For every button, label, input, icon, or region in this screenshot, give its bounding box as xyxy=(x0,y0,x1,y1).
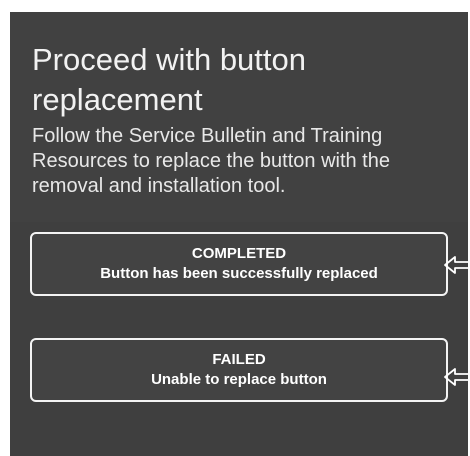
completed-button-description: Button has been successfully replaced xyxy=(100,265,378,282)
instructions-text: Follow the Service Bulletin and Training… xyxy=(32,125,390,197)
pointer-arrow-icon xyxy=(444,368,470,386)
failed-button-label: FAILED xyxy=(212,351,266,368)
page-title: Proceed with button replacement xyxy=(32,42,307,117)
failed-button-description: Unable to replace button xyxy=(151,371,327,388)
screen: Proceed with button replacement Follow t… xyxy=(0,0,470,456)
pointer-arrow-icon xyxy=(444,256,470,274)
completed-button-label: COMPLETED xyxy=(191,245,287,262)
failed-button[interactable]: FAILED Unable to replace button xyxy=(30,338,448,402)
completed-button[interactable]: COMPLETED Button has been successfully r… xyxy=(30,232,448,296)
